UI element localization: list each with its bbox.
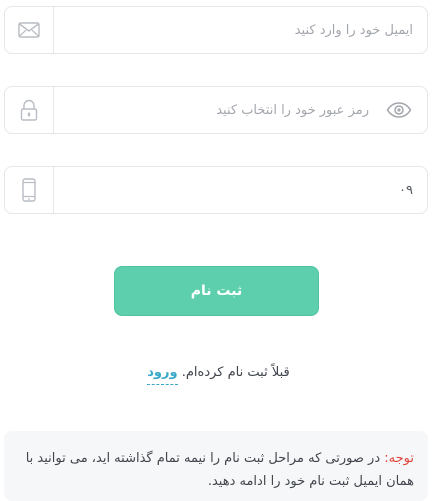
lock-icon <box>20 99 38 121</box>
already-registered-text: قبلاً ثبت نام کرده‌ام. <box>181 365 290 380</box>
show-password-toggle[interactable] <box>385 99 413 121</box>
phone-field-wrapper <box>4 166 428 214</box>
login-link[interactable]: ورود <box>147 365 178 385</box>
phone-icon-box <box>5 167 54 213</box>
email-input[interactable] <box>61 7 413 53</box>
password-input[interactable] <box>61 87 369 133</box>
password-field-wrapper <box>4 86 428 134</box>
notice-text: در صورتی که مراحل ثبت نام را نیمه تمام گ… <box>25 451 414 489</box>
email-field-wrapper <box>4 6 428 54</box>
login-prompt: قبلاً ثبت نام کرده‌ام. ورود <box>0 365 437 385</box>
mail-icon <box>18 22 40 38</box>
mail-icon-box <box>5 7 54 53</box>
notice-box: توجه: در صورتی که مراحل ثبت نام را نیمه … <box>4 431 428 501</box>
lock-icon-box <box>5 87 54 133</box>
register-button[interactable]: ثبت نام <box>114 266 319 316</box>
phone-icon <box>22 178 36 202</box>
eye-icon <box>386 102 412 118</box>
phone-input[interactable] <box>61 167 413 213</box>
notice-label: توجه: <box>384 451 414 466</box>
